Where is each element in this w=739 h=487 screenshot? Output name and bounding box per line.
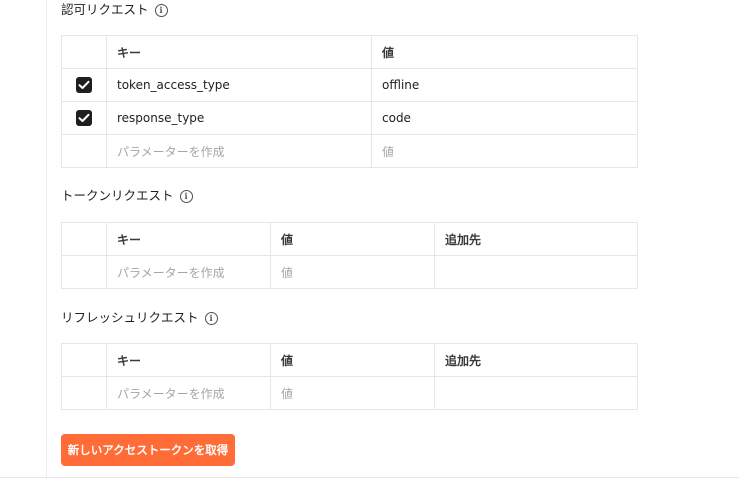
value-column-header: 値 <box>371 35 638 69</box>
oauth-params-panel: 認可リクエスト i キー 値 token_access_type offline <box>0 0 739 487</box>
checkbox-header <box>61 35 107 69</box>
checkbox-header <box>61 343 107 377</box>
new-param-key-input[interactable]: パラメーターを作成 <box>106 134 372 168</box>
row-enabled-checkbox[interactable] <box>76 110 92 126</box>
new-param-row: パラメーターを作成 値 <box>61 255 638 289</box>
token-request-title: トークンリクエスト <box>61 188 174 203</box>
add-to-column-header: 追加先 <box>434 343 638 377</box>
param-value-cell[interactable]: offline <box>371 68 638 102</box>
info-icon[interactable]: i <box>179 189 193 203</box>
table-header-row: キー 値 追加先 <box>61 343 638 377</box>
new-param-key-input[interactable]: パラメーターを作成 <box>106 255 271 289</box>
new-param-key-input[interactable]: パラメーターを作成 <box>106 376 271 410</box>
sidebar-divider <box>46 0 47 478</box>
key-column-header: キー <box>106 35 372 69</box>
add-to-cell[interactable] <box>434 376 638 410</box>
info-icon[interactable]: i <box>154 3 168 17</box>
bottom-divider <box>0 477 739 478</box>
refresh-request-table: キー 値 追加先 パラメーターを作成 値 <box>61 343 638 410</box>
checkmark-icon <box>78 80 90 89</box>
value-column-header: 値 <box>270 343 435 377</box>
table-row: response_type code <box>61 101 638 135</box>
row-checkbox-cell <box>61 101 107 135</box>
get-new-access-token-button[interactable]: 新しいアクセストークンを取得 <box>61 434 235 466</box>
auth-request-title: 認可リクエスト <box>61 2 149 17</box>
auth-request-table: キー 値 token_access_type offline response_… <box>61 35 638 168</box>
empty-checkbox-cell <box>61 255 107 289</box>
checkmark-icon <box>78 113 90 122</box>
empty-checkbox-cell <box>61 134 107 168</box>
auth-request-heading: 認可リクエスト i <box>61 2 168 18</box>
param-key-cell[interactable]: token_access_type <box>106 68 372 102</box>
new-param-row: パラメーターを作成 値 <box>61 134 638 168</box>
row-enabled-checkbox[interactable] <box>76 77 92 93</box>
key-column-header: キー <box>106 343 271 377</box>
param-value-cell[interactable]: code <box>371 101 638 135</box>
refresh-request-title: リフレッシュリクエスト <box>61 310 199 325</box>
key-column-header: キー <box>106 222 271 256</box>
value-column-header: 値 <box>270 222 435 256</box>
empty-checkbox-cell <box>61 376 107 410</box>
token-request-heading: トークンリクエスト i <box>61 188 193 204</box>
row-checkbox-cell <box>61 68 107 102</box>
param-key-cell[interactable]: response_type <box>106 101 372 135</box>
table-header-row: キー 値 追加先 <box>61 222 638 256</box>
table-row: token_access_type offline <box>61 68 638 102</box>
token-request-table: キー 値 追加先 パラメーターを作成 値 <box>61 222 638 289</box>
new-param-value-input[interactable]: 値 <box>270 255 435 289</box>
info-icon[interactable]: i <box>204 311 218 325</box>
new-param-row: パラメーターを作成 値 <box>61 376 638 410</box>
new-param-value-input[interactable]: 値 <box>270 376 435 410</box>
new-param-value-input[interactable]: 値 <box>371 134 638 168</box>
checkbox-header <box>61 222 107 256</box>
table-header-row: キー 値 <box>61 35 638 69</box>
add-to-cell[interactable] <box>434 255 638 289</box>
refresh-request-heading: リフレッシュリクエスト i <box>61 310 218 326</box>
add-to-column-header: 追加先 <box>434 222 638 256</box>
